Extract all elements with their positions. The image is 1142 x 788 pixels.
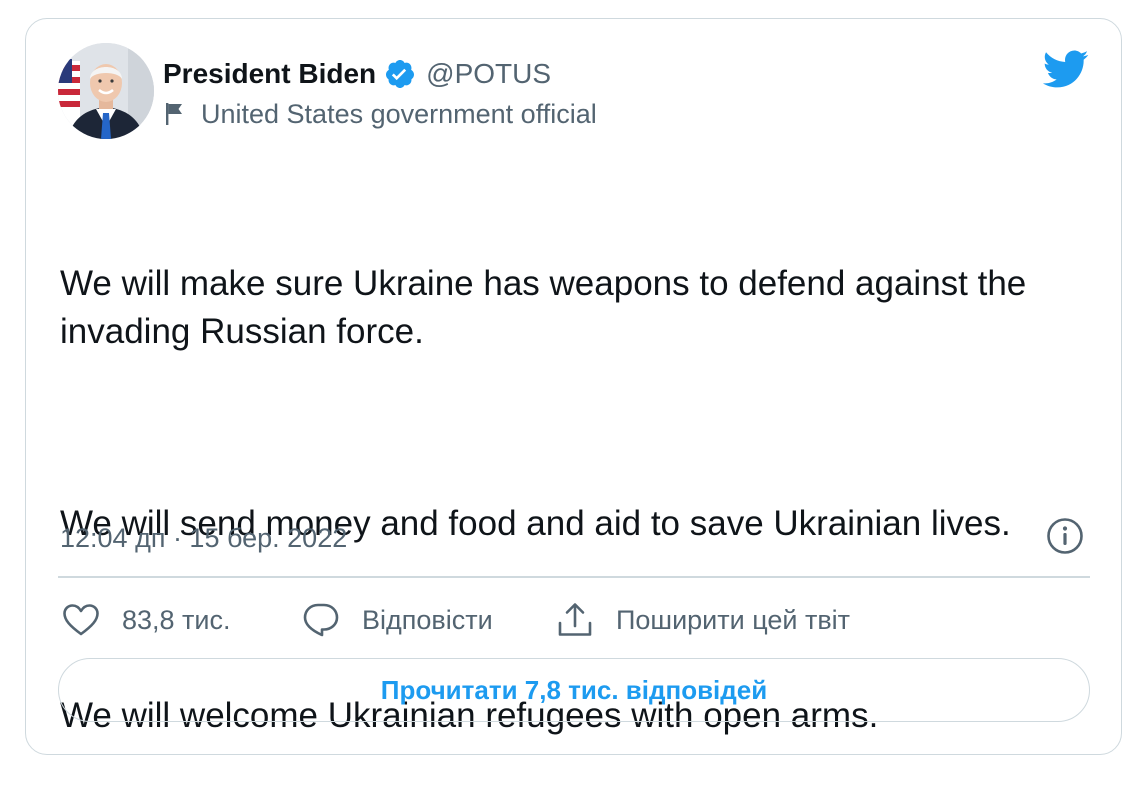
- author-affiliation-label: United States government official: [201, 98, 597, 129]
- author-label-row: United States government official: [163, 95, 597, 133]
- reply-label: Відповісти: [362, 604, 493, 635]
- tweet-paragraph: We will make sure Ukraine has weapons to…: [60, 264, 1037, 351]
- reply-button[interactable]: Відповісти: [302, 596, 493, 644]
- like-button[interactable]: 83,8 тис.: [62, 596, 231, 644]
- share-label: Поширити цей твіт: [616, 604, 851, 635]
- avatar[interactable]: [58, 43, 154, 139]
- author-display-name[interactable]: President Biden: [163, 58, 376, 90]
- divider: [58, 576, 1090, 578]
- tweet-actions: 83,8 тис. Відповісти Поширити цей твіт: [62, 596, 1092, 644]
- author-name-row: President Biden @POTUS: [163, 54, 551, 94]
- twitter-bird-icon[interactable]: [1041, 48, 1089, 90]
- flag-icon: [166, 103, 182, 125]
- tweet-meta: 12:04 дп · 15 бер. 2022: [60, 518, 347, 558]
- heart-icon: [63, 604, 99, 636]
- tweet-timestamp[interactable]: 12:04 дп · 15 бер. 2022: [60, 523, 347, 554]
- read-replies-label: Прочитати 7,8 тис. відповідей: [380, 674, 768, 705]
- avatar-photo: [58, 43, 154, 139]
- share-button[interactable]: Поширити цей твіт: [556, 596, 850, 644]
- like-count: 83,8 тис.: [122, 604, 231, 635]
- author-handle[interactable]: @POTUS: [426, 58, 551, 90]
- share-icon: [558, 603, 592, 636]
- info-icon[interactable]: [1046, 517, 1084, 555]
- read-replies-button[interactable]: Прочитати 7,8 тис. відповідей: [58, 658, 1090, 722]
- speech-bubble-icon: [303, 603, 339, 637]
- verified-badge-icon: [386, 60, 415, 88]
